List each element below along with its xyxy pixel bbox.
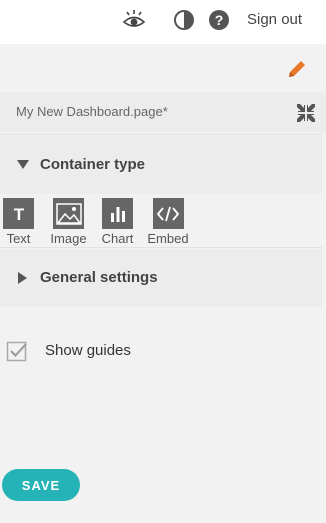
section-label: Container type [40, 156, 146, 173]
sign-out-link[interactable]: Sign out [247, 11, 302, 28]
container-image-option[interactable]: Image [48, 198, 89, 246]
chart-icon [102, 198, 133, 229]
page-title-row: My New Dashboard.page* [0, 92, 326, 132]
caret-down-icon [17, 160, 29, 169]
eye-icon[interactable] [121, 8, 147, 32]
svg-text:?: ? [215, 12, 224, 28]
contrast-icon[interactable] [171, 8, 197, 32]
container-embed-option[interactable]: Embed [146, 198, 190, 246]
svg-text:T: T [13, 205, 24, 224]
divider [0, 247, 322, 248]
option-label: Chart [101, 231, 134, 246]
container-chart-option[interactable]: Chart [101, 198, 134, 246]
text-icon: T [3, 198, 34, 229]
show-guides-checkbox[interactable] [6, 340, 28, 362]
section-label: General settings [40, 269, 158, 286]
divider [0, 134, 322, 135]
page-title: My New Dashboard.page* [16, 104, 168, 119]
container-text-option[interactable]: T Text [3, 198, 34, 246]
save-button[interactable]: SAVE [2, 469, 80, 501]
collapse-icon[interactable] [296, 103, 316, 123]
container-type-options: T Text Image Chart Embed [0, 194, 322, 246]
show-guides-label: Show guides [45, 342, 131, 359]
section-general-settings[interactable]: General settings [0, 249, 322, 307]
option-label: Image [50, 231, 87, 246]
option-label: Embed [147, 231, 189, 246]
section-container-type[interactable]: Container type [0, 136, 322, 194]
pencil-icon[interactable] [286, 58, 308, 80]
help-icon[interactable]: ? [206, 8, 232, 32]
caret-right-icon [18, 272, 27, 284]
option-label: Text [6, 231, 31, 246]
embed-icon [152, 198, 184, 229]
top-bar: ? Sign out [0, 0, 326, 44]
image-icon [53, 198, 84, 229]
